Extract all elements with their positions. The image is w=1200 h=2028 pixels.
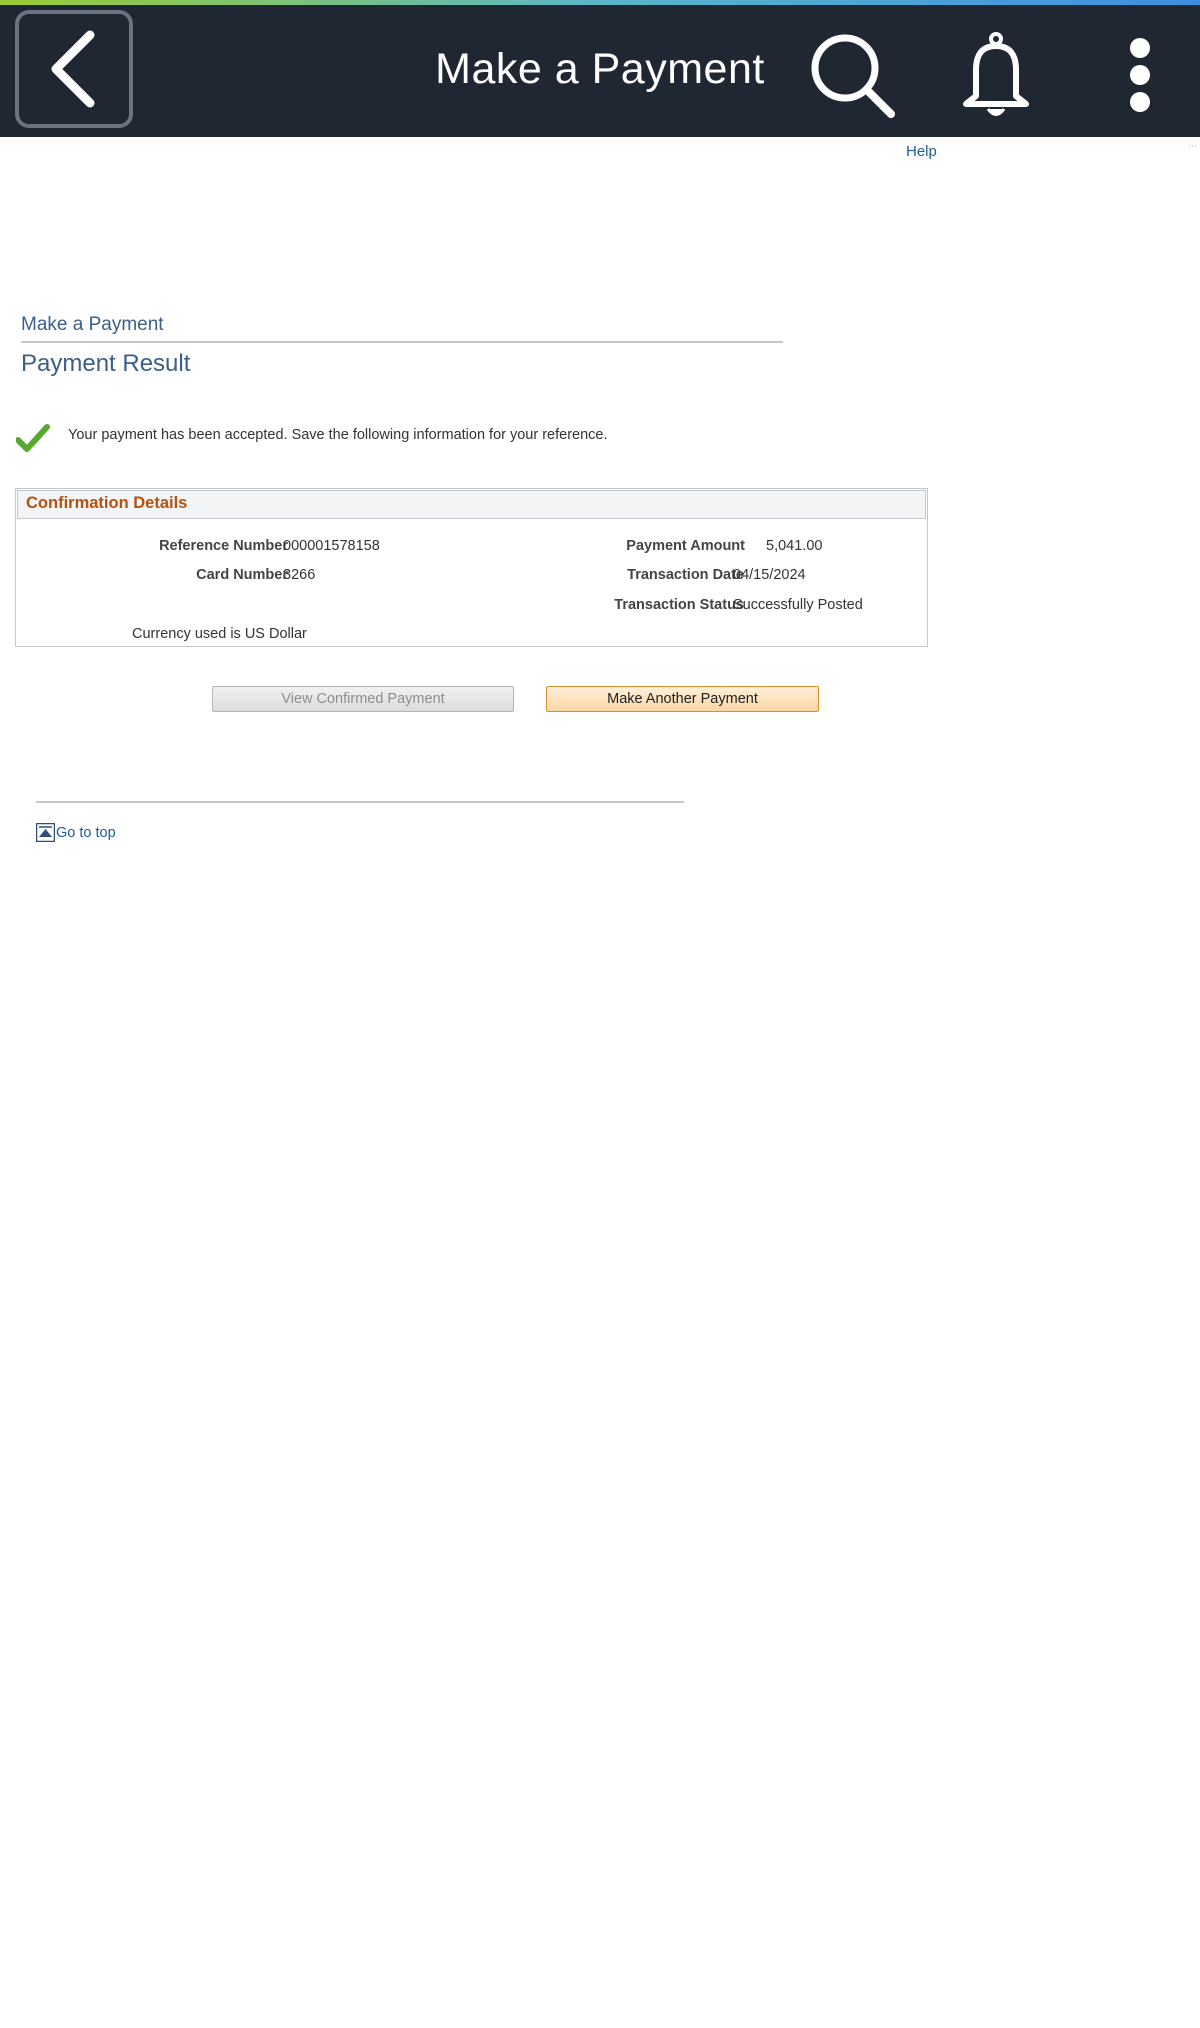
search-button[interactable]: [802, 25, 902, 125]
transaction-date-label: Transaction Date: [627, 567, 744, 583]
back-button[interactable]: [15, 10, 133, 128]
resize-dots-icon: ⋯: [1188, 141, 1197, 151]
reference-number-label: Reference Number: [159, 538, 288, 554]
help-link[interactable]: Help: [906, 143, 937, 160]
card-number-value: 3266: [283, 567, 316, 583]
go-to-top-link[interactable]: Go to top: [56, 825, 116, 842]
success-message: Your payment has been accepted. Save the…: [68, 427, 608, 443]
go-to-top[interactable]: Go to top: [36, 823, 116, 842]
page-header-title: Make a Payment: [435, 45, 765, 93]
transaction-date-value: 04/15/2024: [733, 567, 806, 583]
top-nav-bar: Make a Payment: [0, 5, 1200, 137]
footer-divider: [36, 801, 684, 803]
transaction-status-value: Successfully Posted: [733, 597, 863, 613]
bell-icon: [963, 32, 1029, 116]
breadcrumb: Make a Payment: [21, 314, 164, 335]
more-options-button[interactable]: [1090, 25, 1190, 125]
make-another-payment-button[interactable]: Make Another Payment: [546, 686, 819, 712]
payment-amount-label: Payment Amount: [626, 538, 745, 554]
confirmation-details-header: Confirmation Details: [17, 490, 926, 519]
transaction-status-label: Transaction Status: [614, 597, 744, 613]
breadcrumb-divider: [21, 341, 783, 343]
search-icon: [811, 34, 895, 118]
reference-number-value: 000001578158: [283, 538, 380, 554]
currency-note: Currency used is US Dollar: [132, 626, 307, 642]
view-confirmed-payment-button[interactable]: View Confirmed Payment: [212, 686, 514, 712]
confirmation-details-panel: Confirmation Details Reference Number 00…: [15, 488, 928, 647]
card-number-label: Card Number: [196, 567, 288, 583]
success-check-icon: [16, 424, 50, 452]
go-to-top-icon: [36, 823, 55, 842]
page-title: Payment Result: [21, 350, 191, 377]
back-chevron-icon: [51, 30, 95, 108]
more-vertical-icon: [1130, 38, 1150, 112]
notifications-button[interactable]: [946, 25, 1046, 125]
payment-amount-value: 5,041.00: [766, 538, 823, 554]
